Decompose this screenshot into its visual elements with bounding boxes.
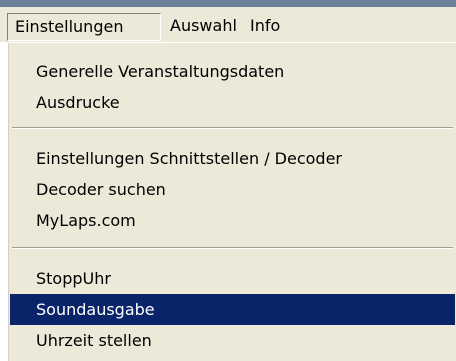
menu-item-uhrzeit-stellen[interactable]: Uhrzeit stellen <box>10 325 455 356</box>
menu-item-einstellungen-schnittstellen-decoder[interactable]: Einstellungen Schnittstellen / Decoder <box>10 143 455 174</box>
menu-item-soundausgabe[interactable]: Soundausgabe <box>10 294 455 325</box>
window-title-bar-edge <box>0 0 456 7</box>
menu-einstellungen[interactable]: Einstellungen <box>7 13 161 41</box>
menu-auswahl[interactable]: Auswahl <box>163 13 244 41</box>
menu-item-mylaps-com[interactable]: MyLaps.com <box>10 205 455 236</box>
menu-item-ausdrucke[interactable]: Ausdrucke <box>10 87 455 118</box>
einstellungen-dropdown-menu: Generelle Veranstaltungsdaten Ausdrucke … <box>7 42 456 361</box>
menu-item-generelle-veranstaltungsdaten[interactable]: Generelle Veranstaltungsdaten <box>10 56 455 87</box>
menu-item-decoder-suchen[interactable]: Decoder suchen <box>10 174 455 205</box>
menu-separator <box>12 127 453 129</box>
menu-bar: Einstellungen Auswahl Info <box>0 7 456 42</box>
menu-item-stoppuhr[interactable]: StoppUhr <box>10 263 455 294</box>
menu-info[interactable]: Info <box>243 13 287 41</box>
menu-separator <box>12 247 453 249</box>
